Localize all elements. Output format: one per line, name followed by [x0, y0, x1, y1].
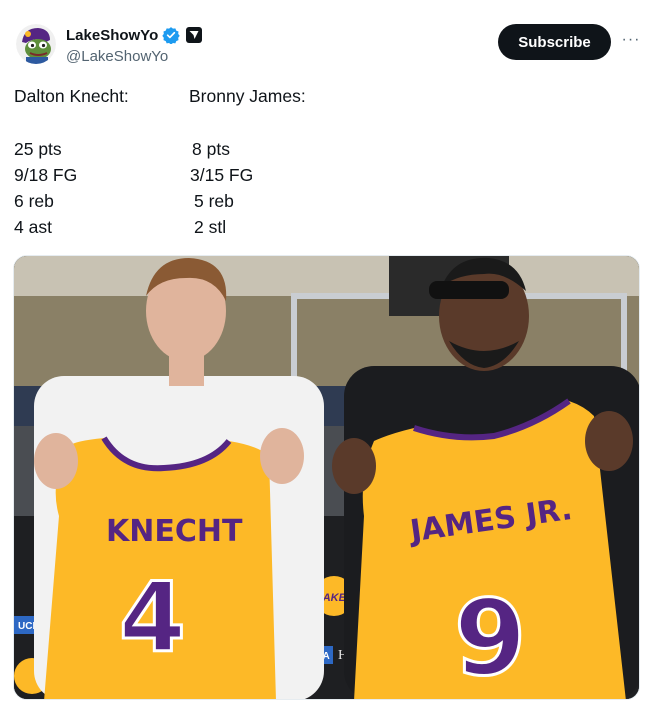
- more-options-icon[interactable]: ···: [620, 28, 642, 52]
- player1-stat: 6 reb: [14, 191, 54, 211]
- player2-stat: 2 stl: [194, 217, 227, 237]
- player2-name: Bronny James:: [189, 86, 306, 106]
- subscribe-button[interactable]: Subscribe: [498, 24, 611, 60]
- photo-illustration: UCLA UCLA Health LAKERS KNECHT 4 JAMES J…: [14, 256, 639, 699]
- affiliate-badge-icon[interactable]: [186, 27, 203, 43]
- user-handle[interactable]: @LakeShowYo: [66, 48, 168, 65]
- name-row: LakeShowYo: [66, 26, 203, 45]
- jersey-right-number: 9: [454, 577, 526, 699]
- jersey-left-name: KNECHT: [106, 514, 243, 549]
- player1-stat: 4 ast: [14, 217, 52, 237]
- player2-stat: 5 reb: [194, 191, 234, 211]
- player1-stat: 25 pts: [14, 139, 62, 159]
- avatar[interactable]: [16, 24, 56, 64]
- player1-name: Dalton Knecht:: [14, 86, 129, 106]
- player2-stat: 8 pts: [192, 139, 230, 159]
- display-name[interactable]: LakeShowYo: [66, 27, 158, 44]
- verified-badge-icon: [162, 26, 180, 45]
- tweet-photo[interactable]: UCLA UCLA Health LAKERS KNECHT 4 JAMES J…: [13, 255, 640, 700]
- jersey-left-number: 4: [119, 562, 186, 674]
- tweet-header: LakeShowYo @LakeShowYo Subscribe ···: [16, 24, 642, 68]
- player2-stat: 3/15 FG: [190, 165, 254, 185]
- player1-stat: 9/18 FG: [14, 165, 78, 185]
